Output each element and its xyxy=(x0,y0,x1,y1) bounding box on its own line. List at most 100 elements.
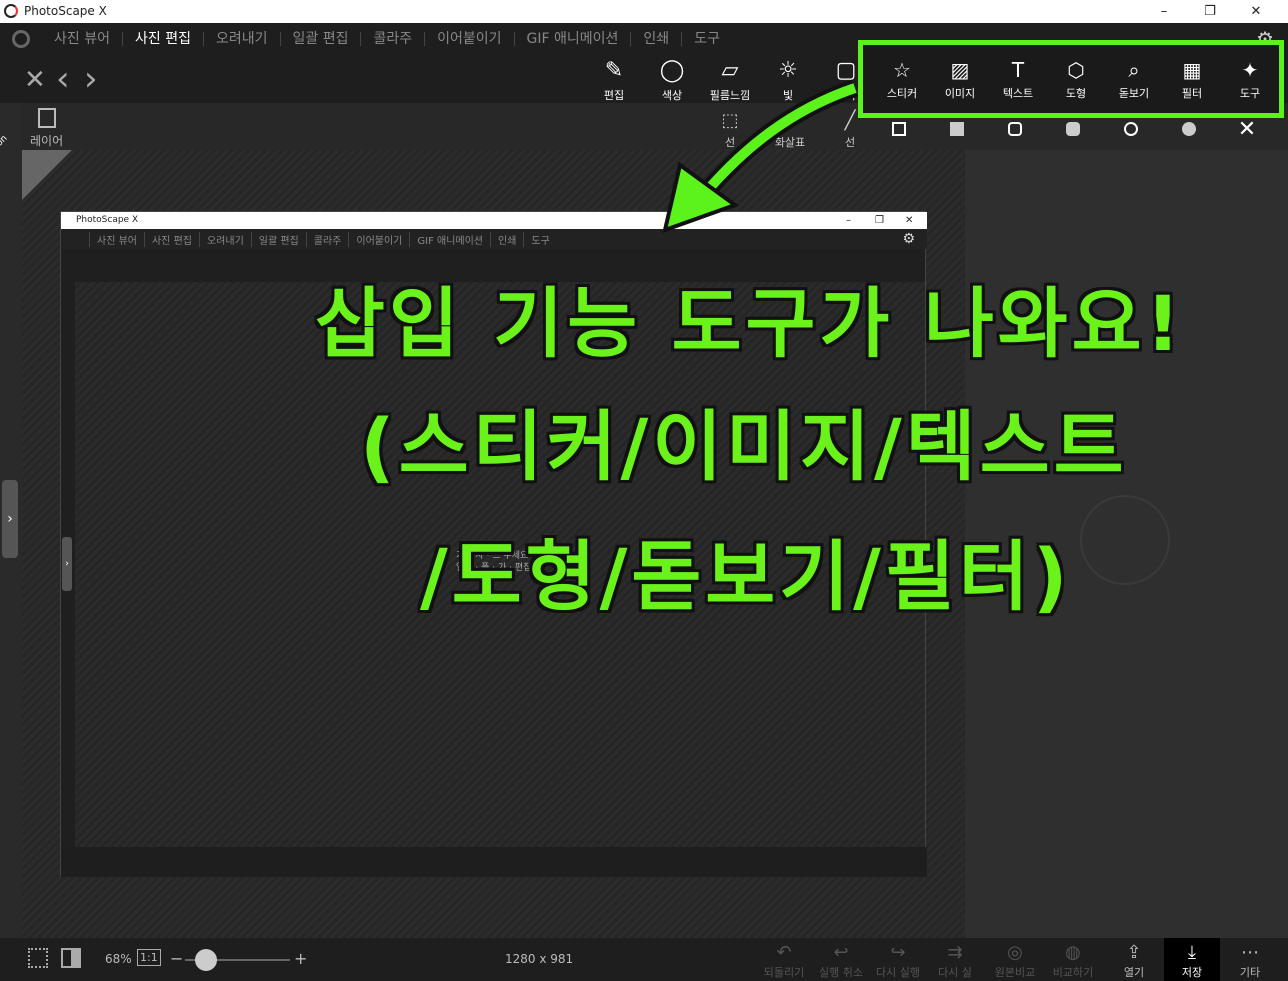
bottom-action-6[interactable]: ⇪ 열기 xyxy=(1106,942,1162,980)
bottom-action-label-5: 비교하기 xyxy=(1052,966,1094,979)
zoom-slider[interactable] xyxy=(185,949,290,971)
previous-photo-icon[interactable]: ‹ xyxy=(56,59,70,99)
insert-tool-icon-1: ▨ xyxy=(950,58,970,82)
bottom-action-label-2: 다시 실행 xyxy=(876,966,920,979)
bottom-action-label-4: 원본비교 xyxy=(994,966,1036,979)
pointer-arrow xyxy=(662,79,858,234)
menu-item-1[interactable]: 사진 편집 xyxy=(121,32,203,46)
zoom-in-button[interactable]: + xyxy=(294,949,307,968)
edit-tool-icon-0: ✎ xyxy=(604,58,624,83)
inner-menu-item: 사진 편집 xyxy=(143,231,199,247)
bottom-action-7[interactable]: ⤓ 저장 xyxy=(1164,938,1220,981)
actual-size-button[interactable]: 1:1 xyxy=(137,949,161,966)
overlay-line-1: 삽입 기능 도구가 나와요! xyxy=(315,279,1185,368)
insert-tool-button-3[interactable]: ⬡ 도형 xyxy=(1047,55,1105,101)
inner-bottom-bar xyxy=(61,847,927,877)
menu-item-0[interactable]: 사진 뷰어 xyxy=(42,32,122,46)
bottom-action-icon-2: ↪ xyxy=(890,942,906,963)
bottom-action-5[interactable]: ◍ 비교하기 xyxy=(1045,942,1101,980)
rounded-outline-option[interactable] xyxy=(986,118,1044,140)
inner-menu-item: 이어붙이기 xyxy=(348,231,409,247)
menu-item-6[interactable]: GIF 애니메이션 xyxy=(513,32,631,46)
inner-menu-item: 사진 뷰어 xyxy=(89,231,144,247)
insert-tool-label-6: 도구 xyxy=(1239,87,1261,100)
menu-item-5[interactable]: 이어붙이기 xyxy=(424,32,513,46)
close-photo-icon[interactable]: ✕ xyxy=(24,65,46,95)
bottom-action-label-6: 열기 xyxy=(1123,966,1145,979)
menu-item-3[interactable]: 일괄 편집 xyxy=(279,32,361,46)
bottom-bar: 68% 1:1 − + 1280 x 981 ↶ 되돌리기 ↩ 실행 취소 ↪ 다시 실행… xyxy=(0,938,1288,981)
circle-filled-option[interactable] xyxy=(1160,118,1218,140)
insert-tool-icon-3: ⬡ xyxy=(1067,58,1085,82)
bottom-action-label-3: 다시 실 xyxy=(938,966,972,979)
bottom-action-icon-0: ↶ xyxy=(776,942,792,963)
inner-close-icon: ✕ xyxy=(905,215,914,226)
bottom-action-icon-5: ◍ xyxy=(1065,942,1081,963)
inner-menu-item: 오려내기 xyxy=(198,231,251,247)
bottom-action-icon-3: ⇉ xyxy=(947,942,963,963)
circle-decoration xyxy=(1080,495,1170,585)
next-photo-icon[interactable]: › xyxy=(84,59,98,99)
insert-tool-button-5[interactable]: ▦ 필터 xyxy=(1163,55,1221,101)
insert-tool-icon-2: T xyxy=(1011,58,1025,82)
overlay-line-3: /도형/돋보기/필터) xyxy=(420,532,1072,621)
inner-menu-item: 콜라주 xyxy=(305,231,349,247)
inner-menu-item: 일괄 편집 xyxy=(250,231,306,247)
zoom-out-button[interactable]: − xyxy=(170,949,183,968)
layer-button[interactable]: 레이어 xyxy=(30,108,63,149)
rounded-filled-option[interactable] xyxy=(1044,118,1102,140)
close-window-button[interactable]: ✕ xyxy=(1233,0,1279,23)
inner-side-handle: › xyxy=(62,537,72,591)
insert-tool-label-4: 돋보기 xyxy=(1118,87,1150,100)
bottom-action-icon-4: ◎ xyxy=(1007,942,1023,963)
menu-item-7[interactable]: 인쇄 xyxy=(630,32,681,46)
bottom-action-label-8: 기타 xyxy=(1239,966,1261,979)
side-panel-handle[interactable]: › xyxy=(2,480,18,558)
bottom-action-1[interactable]: ↩ 실행 취소 xyxy=(813,942,869,980)
edit-tool-label-0: 편집 xyxy=(603,89,625,102)
selection-icon[interactable] xyxy=(28,948,48,968)
insert-tool-icon-5: ▦ xyxy=(1182,58,1202,82)
bottom-action-label-0: 되돌리기 xyxy=(763,966,805,979)
minimize-button[interactable]: – xyxy=(1141,0,1187,23)
inner-menu-item: 도구 xyxy=(523,231,556,247)
bottom-action-3[interactable]: ⇉ 다시 실 xyxy=(927,942,983,980)
edit-tool-button-0[interactable]: ✎ 편집 xyxy=(585,55,643,105)
title-bar: PhotoScape X – ❐ ✕ xyxy=(0,0,1288,23)
bottom-action-0[interactable]: ↶ 되돌리기 xyxy=(756,942,812,980)
zoom-slider-knob[interactable] xyxy=(195,949,217,971)
menu-item-4[interactable]: 콜라주 xyxy=(360,32,424,46)
inner-menu-item: GIF 애니메이션 xyxy=(409,231,490,247)
bottom-action-4[interactable]: ◎ 원본비교 xyxy=(987,942,1043,980)
window-title: PhotoScape X xyxy=(24,4,107,18)
bottom-action-icon-6: ⇪ xyxy=(1126,942,1142,963)
image-dimensions: 1280 x 981 xyxy=(505,952,574,966)
insert-tool-icon-6: ✦ xyxy=(1241,58,1259,82)
inner-gear-icon: ⚙ xyxy=(902,231,915,247)
circle-outline-option[interactable] xyxy=(1102,118,1160,140)
search-icon[interactable] xyxy=(12,30,30,48)
inner-menu-item: 인쇄 xyxy=(490,231,523,247)
square-filled-option[interactable] xyxy=(928,118,986,140)
pro-version-badge: PRO Version xyxy=(0,134,72,200)
menu-item-8[interactable]: 도구 xyxy=(681,32,732,46)
close-tools-icon[interactable]: ✕ xyxy=(1218,117,1276,142)
bottom-action-2[interactable]: ↪ 다시 실행 xyxy=(870,942,926,980)
insert-tools: ☆ 스티커 ▨ 이미지 T 텍스트 ⬡ 도형 ⌕ 돋보기 ▦ 필터 ✦ 도구 xyxy=(873,55,1279,101)
compare-view-icon[interactable] xyxy=(61,948,81,968)
zoom-level[interactable]: 68% xyxy=(105,952,132,966)
bottom-action-icon-7: ⤓ xyxy=(1188,942,1196,963)
insert-tool-label-3: 도형 xyxy=(1065,87,1087,100)
menu-item-2[interactable]: 오려내기 xyxy=(202,32,280,46)
bottom-action-8[interactable]: ⋯ 기타 xyxy=(1222,942,1278,980)
insert-tool-label-1: 이미지 xyxy=(944,87,976,100)
shape-options: ✕ xyxy=(870,117,1276,142)
bottom-action-label-1: 실행 취소 xyxy=(819,966,863,979)
menu-items: 사진 뷰어 사진 편집 오려내기 일괄 편집 콜라주 이어붙이기 GIF 애니메이션 인쇄 도구 xyxy=(42,23,732,55)
insert-tool-label-5: 필터 xyxy=(1181,87,1203,100)
insert-tool-button-4[interactable]: ⌕ 돋보기 xyxy=(1105,55,1163,101)
insert-tool-button-2[interactable]: T 텍스트 xyxy=(989,55,1047,101)
insert-tool-button-6[interactable]: ✦ 도구 xyxy=(1221,55,1279,101)
maximize-button[interactable]: ❐ xyxy=(1187,0,1233,23)
insert-tool-button-1[interactable]: ▨ 이미지 xyxy=(931,55,989,101)
